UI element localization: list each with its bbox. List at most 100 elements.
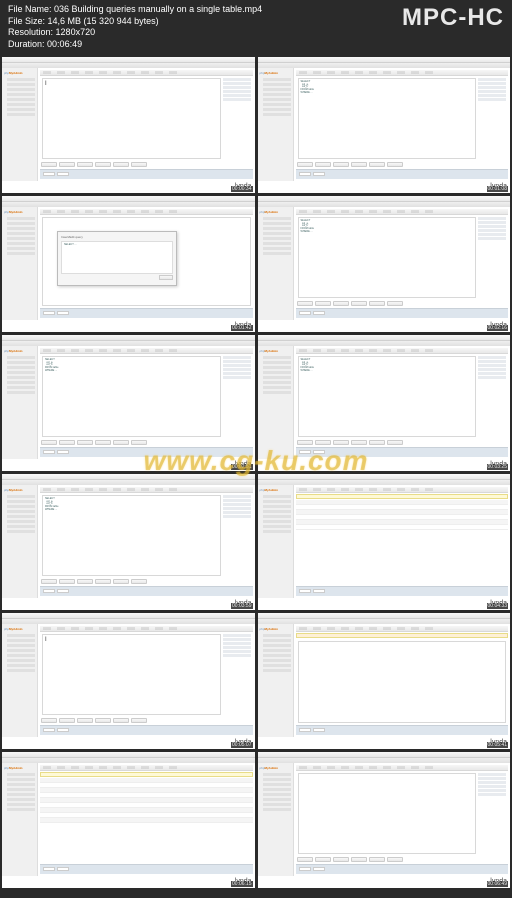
column-item[interactable]: [223, 90, 251, 93]
footer-control[interactable]: [43, 172, 55, 176]
query-button[interactable]: [369, 440, 385, 445]
tab-item[interactable]: [341, 71, 349, 74]
column-item[interactable]: [223, 650, 251, 653]
column-item[interactable]: [478, 360, 506, 363]
result-row[interactable]: [40, 818, 253, 823]
db-tree-item[interactable]: [7, 78, 35, 81]
tab-item[interactable]: [411, 488, 419, 491]
column-item[interactable]: [478, 94, 506, 97]
column-item[interactable]: [223, 646, 251, 649]
tab-item[interactable]: [411, 71, 419, 74]
tab-item[interactable]: [313, 488, 321, 491]
column-item[interactable]: [223, 86, 251, 89]
sql-textarea[interactable]: SELECT col_a, col_bFROM tableWHERE ...: [42, 356, 221, 437]
tab-item[interactable]: [383, 349, 391, 352]
tab-item[interactable]: [341, 766, 349, 769]
tab-item[interactable]: [99, 71, 107, 74]
db-tree-item[interactable]: [263, 227, 291, 230]
column-item[interactable]: [478, 781, 506, 784]
db-tree-item[interactable]: [263, 386, 291, 389]
query-button[interactable]: [333, 301, 349, 306]
tab-item[interactable]: [425, 766, 433, 769]
tab-item[interactable]: [383, 488, 391, 491]
tab-item[interactable]: [299, 71, 307, 74]
db-tree-item[interactable]: [263, 649, 291, 652]
tab-item[interactable]: [327, 210, 335, 213]
column-item[interactable]: [478, 789, 506, 792]
query-button[interactable]: [113, 718, 129, 723]
tab-item[interactable]: [425, 627, 433, 630]
modal-input[interactable]: SELECT ...: [61, 241, 173, 274]
tab-item[interactable]: [369, 766, 377, 769]
db-tree-item[interactable]: [7, 232, 35, 235]
tab-item[interactable]: [169, 766, 177, 769]
sql-textarea[interactable]: SELECT col_a, col_bFROM tableWHERE ...: [298, 217, 477, 298]
footer-control[interactable]: [313, 172, 325, 176]
footer-control[interactable]: [299, 172, 311, 176]
footer-control[interactable]: [43, 589, 55, 593]
db-tree-item[interactable]: [7, 808, 35, 811]
db-tree-item[interactable]: [263, 222, 291, 225]
db-tree-item[interactable]: [263, 391, 291, 394]
db-tree-item[interactable]: [263, 803, 291, 806]
db-tree-item[interactable]: [263, 773, 291, 776]
db-tree-item[interactable]: [7, 222, 35, 225]
query-button[interactable]: [297, 857, 313, 862]
footer-control[interactable]: [57, 311, 69, 315]
tab-item[interactable]: [425, 349, 433, 352]
query-button[interactable]: [131, 579, 147, 584]
tab-item[interactable]: [355, 349, 363, 352]
query-button[interactable]: [369, 857, 385, 862]
query-button[interactable]: [113, 579, 129, 584]
column-item[interactable]: [478, 90, 506, 93]
tab-item[interactable]: [43, 627, 51, 630]
tab-item[interactable]: [411, 627, 419, 630]
db-tree-item[interactable]: [263, 83, 291, 86]
db-tree-item[interactable]: [7, 500, 35, 503]
db-tree-item[interactable]: [7, 669, 35, 672]
tab-item[interactable]: [71, 349, 79, 352]
tab-item[interactable]: [299, 766, 307, 769]
tab-item[interactable]: [85, 71, 93, 74]
db-tree-item[interactable]: [263, 78, 291, 81]
tab-item[interactable]: [71, 627, 79, 630]
column-item[interactable]: [478, 82, 506, 85]
db-tree-item[interactable]: [7, 510, 35, 513]
db-tree-item[interactable]: [263, 798, 291, 801]
column-item[interactable]: [478, 777, 506, 780]
db-tree-item[interactable]: [263, 366, 291, 369]
db-tree-item[interactable]: [263, 232, 291, 235]
db-tree-item[interactable]: [263, 644, 291, 647]
tab-item[interactable]: [71, 488, 79, 491]
db-tree-item[interactable]: [7, 217, 35, 220]
db-tree-item[interactable]: [7, 381, 35, 384]
thumbnail[interactable]: phpMyAdmin SELECT col_a, col_bFROM table…: [258, 335, 511, 471]
tab-item[interactable]: [155, 627, 163, 630]
query-button[interactable]: [113, 440, 129, 445]
footer-control[interactable]: [313, 589, 325, 593]
tab-item[interactable]: [327, 766, 335, 769]
tab-item[interactable]: [369, 627, 377, 630]
tab-item[interactable]: [99, 488, 107, 491]
column-item[interactable]: [478, 221, 506, 224]
db-tree-item[interactable]: [7, 788, 35, 791]
query-button[interactable]: [297, 440, 313, 445]
db-tree-item[interactable]: [7, 525, 35, 528]
column-item[interactable]: [223, 515, 251, 518]
tab-item[interactable]: [369, 210, 377, 213]
query-button[interactable]: [315, 301, 331, 306]
tab-item[interactable]: [113, 488, 121, 491]
tab-item[interactable]: [327, 488, 335, 491]
query-button[interactable]: [131, 718, 147, 723]
tab-item[interactable]: [299, 488, 307, 491]
tab-item[interactable]: [299, 349, 307, 352]
sql-textarea[interactable]: [298, 773, 477, 854]
db-tree-item[interactable]: [263, 654, 291, 657]
tab-item[interactable]: [57, 488, 65, 491]
db-tree-item[interactable]: [7, 108, 35, 111]
tab-item[interactable]: [43, 766, 51, 769]
tab-item[interactable]: [155, 210, 163, 213]
db-tree-item[interactable]: [263, 515, 291, 518]
column-item[interactable]: [223, 94, 251, 97]
thumbnail[interactable]: phpMyAdmin Insert/Edit query SELECT ...: [2, 196, 255, 332]
